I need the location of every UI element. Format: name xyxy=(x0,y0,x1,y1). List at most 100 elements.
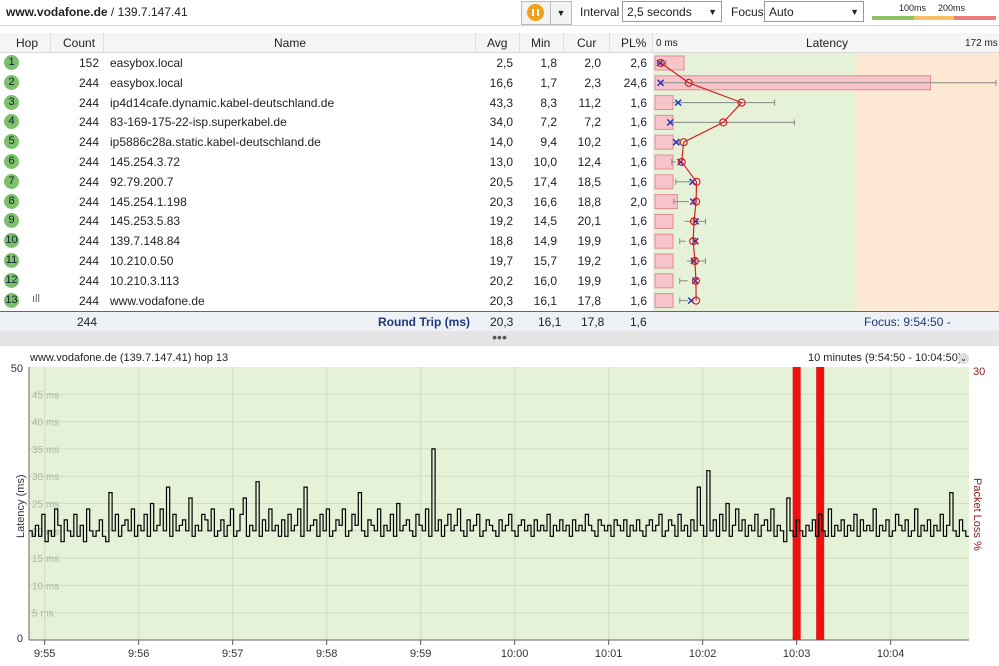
hop-count: 244 xyxy=(78,135,99,150)
hop-pl: 24,6 xyxy=(623,75,647,90)
packet-loss-marker xyxy=(816,367,825,640)
hop-avg: 20,3 xyxy=(489,293,513,308)
hop-cur: 19,2 xyxy=(577,254,601,268)
roundtrip-cur: 17,8 xyxy=(581,315,605,329)
scale-red-bar xyxy=(954,16,996,20)
packet-loss-bar xyxy=(654,213,674,229)
table-row[interactable]: 8 145.254.1.198 244 20,3 16,6 18,8 2,0 xyxy=(0,192,653,212)
col-latency[interactable]: Latency xyxy=(806,36,848,50)
col-pl[interactable]: PL% xyxy=(621,36,646,50)
hop-cur: 20,1 xyxy=(577,214,601,229)
table-row[interactable]: 9 145.253.5.83 244 19,2 14,5 20,1 1,6 xyxy=(0,211,653,231)
y2-axis-label: Packet Loss % xyxy=(971,478,983,551)
hop-name: ip5886c28a.static.kabel-deutschland.de xyxy=(110,135,321,150)
hop-cur: 7,2 xyxy=(584,115,601,130)
table-row[interactable]: 7 92.79.200.7 244 20,5 17,4 18,5 1,6 xyxy=(0,172,653,192)
hop-cur: 12,4 xyxy=(577,155,601,169)
pause-icon xyxy=(527,4,544,21)
hop-name: 145.254.3.72 xyxy=(110,155,181,169)
roundtrip-min: 16,1 xyxy=(538,315,562,329)
hop-cur: 18,8 xyxy=(577,194,601,209)
scale-100-label: 100ms xyxy=(899,3,927,13)
target-address: www.vodafone.de / 139.7.147.41 xyxy=(6,5,188,19)
table-row[interactable]: 13 ıll www.vodafone.de 244 20,3 16,1 17,8 1,6 xyxy=(0,291,653,311)
hop-name: 83-169-175-22-isp.superkabel.de xyxy=(110,115,287,130)
hop-count: 244 xyxy=(78,95,99,110)
pane-splitter[interactable]: ••• xyxy=(0,329,999,346)
x-tick-label: 9:58 xyxy=(316,648,337,660)
hop-pl: 1,6 xyxy=(630,293,647,308)
hop-pl: 1,6 xyxy=(630,155,647,169)
table-row[interactable]: 10 139.7.148.84 244 18,8 14,9 19,9 1,6 xyxy=(0,231,653,251)
table-row[interactable]: 5 ip5886c28a.static.kabel-deutschland.de 2… xyxy=(0,132,653,152)
col-hop[interactable]: Hop xyxy=(16,36,38,50)
col-avg[interactable]: Avg xyxy=(487,36,507,50)
focus-value: Auto xyxy=(769,5,794,19)
scale-200-label: 200ms xyxy=(938,3,966,13)
hop-avg: 19,2 xyxy=(489,214,513,229)
scale-orange-bar xyxy=(914,16,954,20)
hop-number: 11 xyxy=(4,253,19,268)
hop-pl: 1,6 xyxy=(630,135,647,150)
x-tick-label: 9:56 xyxy=(128,648,149,660)
drag-handle-icon: ••• xyxy=(492,329,507,345)
hop-pl: 1,6 xyxy=(630,115,647,130)
roundtrip-label: Round Trip (ms) xyxy=(378,315,470,329)
y-max-label: 50 xyxy=(11,363,23,375)
hop-avg: 13,0 xyxy=(489,155,513,169)
packet-loss-bar xyxy=(654,95,674,111)
hop-min: 1,8 xyxy=(540,56,557,70)
hop-avg: 20,5 xyxy=(489,174,513,189)
col-name[interactable]: Name xyxy=(274,36,306,50)
toolbar: www.vodafone.de / 139.7.147.41 ▼ Interva… xyxy=(0,0,999,26)
col-count[interactable]: Count xyxy=(63,36,95,50)
table-row[interactable]: 4 83-169-175-22-isp.superkabel.de 244 34,0 7… xyxy=(0,112,653,132)
grid-label: 10 ms xyxy=(32,581,59,592)
pause-options-dropdown[interactable]: ▼ xyxy=(550,1,572,25)
packet-loss-bar xyxy=(654,253,674,269)
hop-cur: 2,3 xyxy=(584,75,601,90)
table-row[interactable]: 1 easybox.local 152 2,5 1,8 2,0 2,6 xyxy=(0,53,653,73)
table-row[interactable]: 11 10.210.0.50 244 19,7 15,7 19,2 1,6 xyxy=(0,251,653,271)
table-row[interactable]: 2 easybox.local 244 16,6 1,7 2,3 24,6 xyxy=(0,73,653,93)
table-row[interactable]: 6 145.254.3.72 244 13,0 10,0 12,4 1,6 xyxy=(0,152,653,172)
hop-avg: 20,2 xyxy=(489,273,513,288)
hop-number: 13 xyxy=(4,292,19,308)
interval-select[interactable]: 2,5 seconds ▼ xyxy=(622,1,722,22)
hop-name: 145.254.1.198 xyxy=(110,194,187,209)
hop-min: 10,0 xyxy=(533,155,557,169)
hop-count: 244 xyxy=(78,214,99,229)
hop-cur: 2,0 xyxy=(584,56,601,70)
table-row[interactable]: 3 ip4d14cafe.dynamic.kabel-deutschland.de… xyxy=(0,93,653,113)
grid-label: 30 ms xyxy=(32,472,59,483)
pause-button[interactable] xyxy=(521,1,551,25)
packet-loss-marker xyxy=(792,367,801,640)
target-ip: / 139.7.147.41 xyxy=(107,5,188,19)
hop-min: 17,4 xyxy=(533,174,557,189)
hop-cur: 19,9 xyxy=(577,273,601,288)
focus-select[interactable]: Auto ▼ xyxy=(764,1,864,22)
hop-name: www.vodafone.de xyxy=(110,293,205,308)
latency-max-label: 172 ms xyxy=(965,38,998,49)
col-cur[interactable]: Cur xyxy=(577,36,596,50)
hop-number: 1 xyxy=(4,55,19,70)
col-min[interactable]: Min xyxy=(531,36,550,50)
hop-avg: 34,0 xyxy=(489,115,513,130)
hop-number: 9 xyxy=(4,213,19,229)
hop-min: 16,1 xyxy=(533,293,557,308)
hop-min: 9,4 xyxy=(540,135,557,150)
grid-label: 40 ms xyxy=(32,418,59,429)
hop-count: 244 xyxy=(78,254,99,268)
y-axis-label: Latency (ms) xyxy=(15,474,27,538)
target-host: www.vodafone.de xyxy=(6,5,108,19)
hop-count: 244 xyxy=(78,115,99,130)
packet-loss-bar xyxy=(654,154,674,170)
hop-min: 14,5 xyxy=(533,214,557,229)
table-row[interactable]: 12 10.210.3.113 244 20,2 16,0 19,9 1,6 xyxy=(0,271,653,291)
hop-avg: 43,3 xyxy=(489,95,513,110)
hop-pl: 1,6 xyxy=(630,234,647,249)
hop-avg: 16,6 xyxy=(489,75,513,90)
hop-number: 10 xyxy=(4,233,19,249)
hop-count: 244 xyxy=(78,75,99,90)
x-tick-label: 10:01 xyxy=(595,648,623,660)
